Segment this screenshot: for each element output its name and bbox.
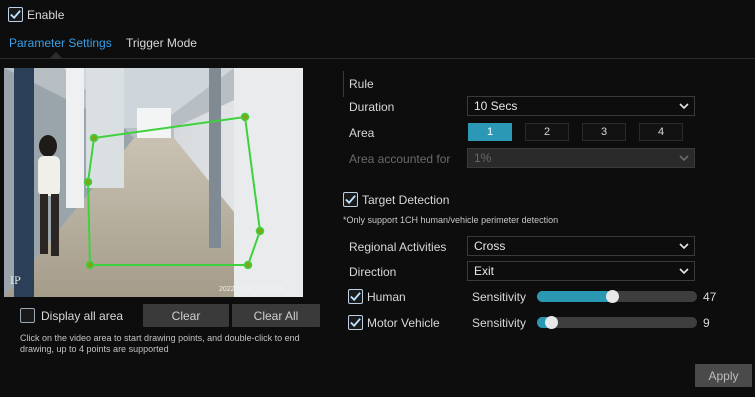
motor-vehicle-toggle[interactable]: Motor Vehicle [348, 315, 440, 330]
chevron-down-icon [679, 268, 689, 275]
checkmark-icon [10, 10, 21, 20]
chevron-down-icon [679, 155, 689, 162]
checkmark-icon [350, 292, 361, 302]
direction-select[interactable]: Exit [467, 261, 695, 281]
area-accounted-label: Area accounted for [349, 152, 451, 166]
camera-tag: IP [10, 276, 21, 287]
motor-vehicle-sensitivity-slider[interactable] [537, 317, 697, 328]
video-preview[interactable]: IP 2022/10/14 15:22:15 [4, 68, 303, 297]
rule-divider [343, 71, 344, 97]
human-sensitivity-fill [537, 291, 613, 302]
motor-vehicle-sensitivity-value: 9 [703, 316, 710, 330]
corridor-scene [4, 68, 303, 297]
tab-trigger-mode[interactable]: Trigger Mode [126, 36, 197, 50]
tab-parameter-settings[interactable]: Parameter Settings [9, 36, 112, 50]
clear-button[interactable]: Clear [143, 304, 229, 327]
motor-vehicle-sensitivity-label: Sensitivity [472, 316, 527, 330]
duration-value: 10 Secs [474, 99, 518, 113]
area-button-3[interactable]: 3 [582, 123, 626, 141]
apply-button[interactable]: Apply [695, 364, 752, 387]
target-detection-checkbox[interactable] [343, 192, 358, 207]
display-all-area-toggle[interactable]: Display all area [20, 308, 123, 323]
checkmark-icon [345, 195, 356, 205]
rule-title: Rule [349, 77, 374, 91]
target-detection-label: Target Detection [362, 192, 450, 207]
display-all-area-checkbox[interactable] [20, 308, 35, 323]
video-timestamp: 2022/10/14 15:22:15 [219, 286, 284, 293]
target-detection-note: *Only support 1CH human/vehicle perimete… [343, 215, 559, 225]
direction-label: Direction [349, 265, 397, 279]
target-detection-toggle[interactable]: Target Detection [343, 192, 449, 207]
tab-divider [0, 58, 755, 59]
duration-label: Duration [349, 100, 395, 114]
chevron-down-icon [679, 243, 689, 250]
enable-toggle[interactable]: Enable [8, 7, 64, 22]
human-sensitivity-label: Sensitivity [472, 290, 527, 304]
human-sensitivity-value: 47 [703, 290, 717, 304]
area-button-1[interactable]: 1 [468, 123, 512, 141]
human-toggle[interactable]: Human [348, 289, 406, 304]
direction-value: Exit [474, 264, 495, 278]
clear-all-button[interactable]: Clear All [232, 304, 320, 327]
duration-select[interactable]: 10 Secs [467, 96, 695, 116]
regional-activities-label: Regional Activities [349, 240, 447, 254]
area-button-2[interactable]: 2 [525, 123, 569, 141]
area-button-4[interactable]: 4 [639, 123, 683, 141]
motor-vehicle-label: Motor Vehicle [367, 315, 440, 330]
area-accounted-select: 1% [467, 148, 695, 168]
enable-checkbox[interactable] [8, 7, 23, 22]
display-all-area-label: Display all area [41, 308, 124, 323]
area-accounted-value: 1% [474, 151, 492, 165]
human-checkbox[interactable] [348, 289, 363, 304]
chevron-down-icon [679, 103, 689, 110]
checkmark-icon [350, 318, 361, 328]
drawing-hint: Click on the video area to start drawing… [20, 333, 300, 354]
area-label: Area [349, 126, 375, 140]
regional-activities-select[interactable]: Cross [467, 236, 695, 256]
motor-vehicle-checkbox[interactable] [348, 315, 363, 330]
enable-label: Enable [27, 7, 65, 22]
human-label: Human [367, 289, 406, 304]
regional-activities-value: Cross [474, 239, 506, 253]
